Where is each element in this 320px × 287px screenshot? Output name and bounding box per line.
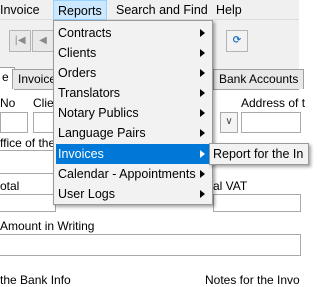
menu-item-label: Calendar - Appointments	[58, 167, 196, 181]
client-dropdown-icon[interactable]: ∨	[220, 112, 238, 133]
first-record-icon[interactable]: |◀	[9, 30, 31, 52]
reports-menu: Contracts Clients Orders Translators Not…	[53, 20, 213, 205]
submenu-item-report-for-invoice[interactable]: Report for the In	[213, 146, 303, 162]
menu-item-user-logs[interactable]: User Logs	[56, 184, 210, 204]
menu-bar: Invoice Reports Search and Find Help	[0, 0, 299, 20]
office-field[interactable]	[0, 150, 56, 174]
submenu-arrow-icon	[200, 69, 205, 77]
menu-invoice[interactable]: Invoice	[0, 3, 40, 17]
menu-item-translators[interactable]: Translators	[56, 83, 210, 103]
invoices-submenu: Report for the In	[209, 143, 309, 165]
menu-item-calendar-appointments[interactable]: Calendar - Appointments	[56, 164, 210, 184]
menu-item-language-pairs[interactable]: Language Pairs	[56, 123, 210, 143]
address-label: Address of t	[241, 96, 306, 110]
menu-item-label: Notary Publics	[58, 106, 139, 120]
bank-info-label: the Bank Info	[0, 273, 71, 287]
submenu-arrow-icon	[200, 49, 205, 57]
tab-bank-accounts[interactable]: Bank Accounts	[213, 69, 305, 89]
invoice-no-field[interactable]	[0, 112, 28, 133]
amount-in-writing-label: Amount in Writing	[0, 219, 95, 233]
no-label: No	[0, 96, 16, 110]
submenu-arrow-icon	[200, 89, 205, 97]
menu-item-label: Contracts	[58, 26, 112, 40]
client-label: Clie	[33, 96, 54, 110]
office-label: ffice of the	[0, 136, 56, 150]
address-field[interactable]	[241, 112, 301, 133]
total-label: otal	[0, 179, 20, 193]
menu-item-label: Invoices	[58, 147, 104, 161]
amount-in-writing-field[interactable]	[0, 234, 301, 256]
submenu-arrow-icon	[200, 129, 205, 137]
submenu-arrow-icon	[200, 170, 205, 178]
submenu-arrow-icon	[200, 109, 205, 117]
menu-item-label: Orders	[58, 66, 97, 80]
menu-item-clients[interactable]: Clients	[56, 43, 210, 63]
menu-reports[interactable]: Reports	[53, 0, 107, 20]
previous-record-icon[interactable]: ◀	[32, 30, 54, 52]
menu-item-label: User Logs	[58, 187, 115, 201]
menu-item-contracts[interactable]: Contracts	[56, 23, 210, 43]
total-vat-field[interactable]	[213, 194, 301, 212]
total-field[interactable]	[0, 194, 56, 212]
submenu-arrow-icon	[200, 190, 205, 198]
menu-item-invoices[interactable]: Invoices	[56, 144, 210, 164]
submenu-arrow-icon	[200, 29, 205, 37]
menu-item-label: Translators	[58, 86, 121, 100]
menu-item-label: Clients	[58, 46, 97, 60]
menu-item-notary-publics[interactable]: Notary Publics	[56, 103, 210, 123]
submenu-arrow-icon	[200, 150, 205, 158]
menu-item-label: Language Pairs	[58, 126, 146, 140]
menu-search-and-find[interactable]: Search and Find	[116, 3, 208, 17]
invoice-notes-label: Notes for the Invo	[205, 273, 300, 287]
total-vat-label: al VAT	[213, 179, 248, 193]
refresh-icon[interactable]: ⟳	[226, 30, 248, 52]
menu-item-orders[interactable]: Orders	[56, 63, 210, 83]
menu-help[interactable]: Help	[216, 3, 242, 17]
